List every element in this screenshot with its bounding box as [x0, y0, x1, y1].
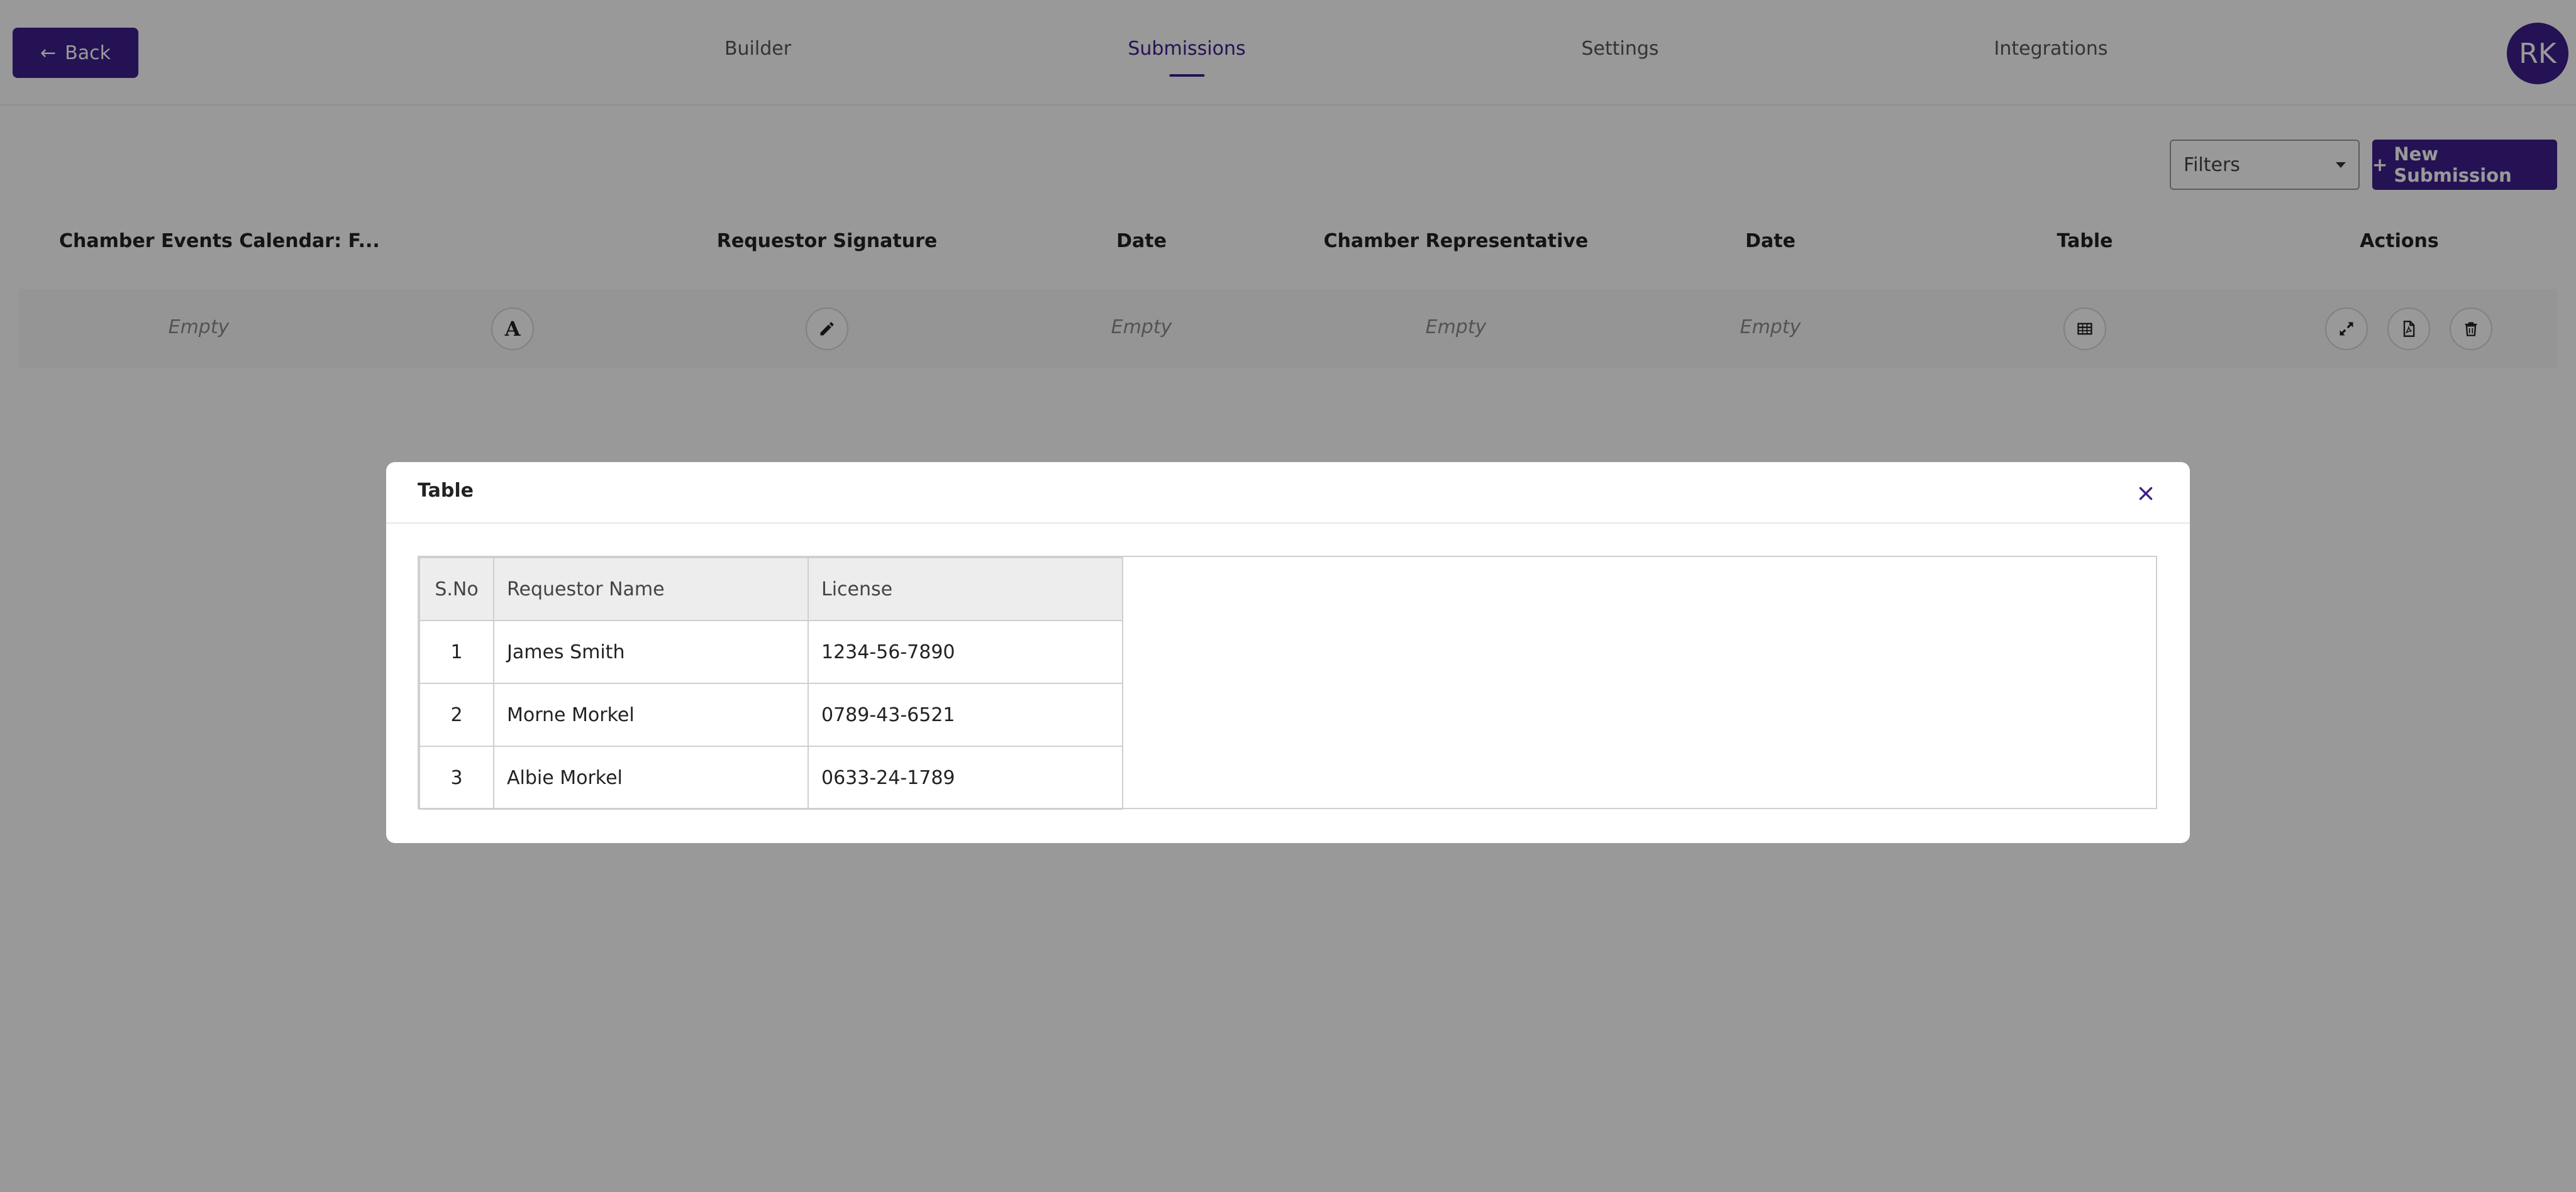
cell-sno: 1: [419, 620, 494, 684]
cell-license: 0789-43-6521: [808, 683, 1123, 747]
cell-sno: 2: [419, 683, 494, 747]
requestor-table: S.No Requestor Name License 1 James Smit…: [419, 557, 1123, 810]
cell-license: 0633-24-1789: [808, 746, 1123, 810]
column-header-license: License: [808, 557, 1123, 621]
table-row: 2 Morne Morkel 0789-43-6521: [419, 683, 1123, 747]
column-header-requestor-name: Requestor Name: [493, 557, 809, 621]
modal-title: Table: [418, 480, 474, 502]
table-row: 3 Albie Morkel 0633-24-1789: [419, 746, 1123, 810]
cell-sno: 3: [419, 746, 494, 810]
column-header-sno: S.No: [419, 557, 494, 621]
table-modal: Table S.No Requestor Name License 1 Jame…: [386, 462, 2190, 843]
modal-table-container: S.No Requestor Name License 1 James Smit…: [418, 556, 2157, 810]
cell-requestor-name: Albie Morkel: [493, 746, 809, 810]
modal-close-button[interactable]: [2133, 481, 2158, 506]
close-icon: [2139, 487, 2153, 500]
modal-header: Table: [386, 462, 2190, 524]
table-header-row: S.No Requestor Name License: [419, 557, 1123, 621]
cell-license: 1234-56-7890: [808, 620, 1123, 684]
cell-requestor-name: Morne Morkel: [493, 683, 809, 747]
table-row: 1 James Smith 1234-56-7890: [419, 620, 1123, 684]
cell-requestor-name: James Smith: [493, 620, 809, 684]
